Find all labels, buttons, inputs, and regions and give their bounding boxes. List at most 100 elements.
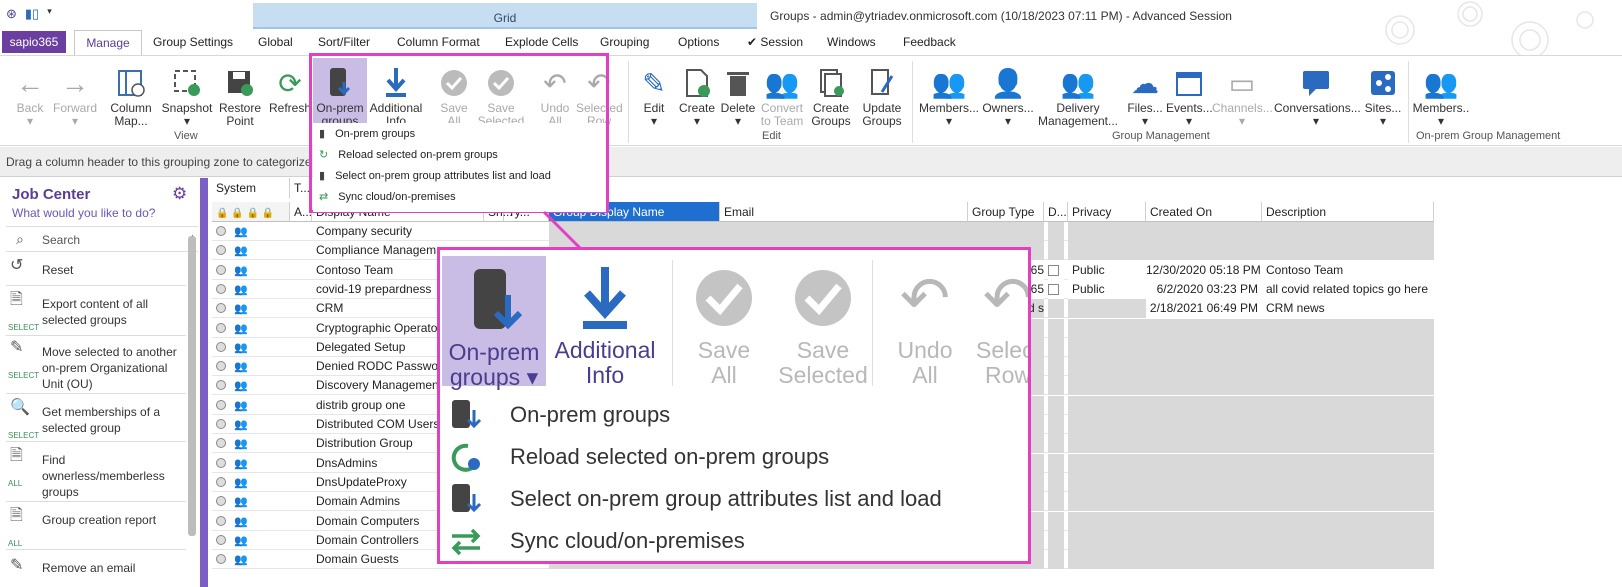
row-selector-icon[interactable]: [216, 419, 226, 429]
zoom-select-row-button[interactable]: ↶ SelectRow: [968, 258, 1028, 388]
job-item[interactable]: ✎ SELECT Move selected to another on-prem …: [6, 338, 186, 394]
job-reset[interactable]: ↺ Reset: [6, 256, 186, 286]
row-selector-icon[interactable]: [216, 380, 226, 391]
refresh-button[interactable]: ⟳ Refresh: [268, 64, 312, 115]
tab-feedback[interactable]: Feedback: [903, 35, 956, 49]
cell-display-name[interactable]: Company security: [316, 222, 482, 241]
delivery-management-button[interactable]: 👥 Delivery Management...: [1036, 64, 1120, 128]
column-header-email[interactable]: Email: [720, 202, 968, 222]
gear-icon[interactable]: ⚙: [172, 184, 187, 204]
sites-button[interactable]: Sites... ▾: [1360, 64, 1406, 128]
column-header-privacy[interactable]: Privacy: [1068, 202, 1146, 222]
zoom-menu-item-select-attributes[interactable]: Select on-prem group attributes list and…: [448, 482, 942, 516]
convert-to-team-button[interactable]: 👥 Convert to Team: [758, 64, 806, 128]
back-button[interactable]: ← Back ▾: [8, 64, 52, 128]
tab-global[interactable]: Global: [258, 35, 293, 49]
column-map-button[interactable]: Column Map...: [106, 64, 156, 128]
onprem-groups-button[interactable]: On-prem groups: [313, 58, 367, 128]
onprem-members-button[interactable]: 👥 Members.. ▾: [1412, 64, 1470, 128]
files-button[interactable]: ☁ Files... ▾: [1124, 64, 1166, 128]
restore-point-button[interactable]: Restore Point: [216, 64, 264, 128]
table-row[interactable]: 👥 Company security: [212, 222, 1434, 241]
tab-group-settings[interactable]: Group Settings: [153, 35, 233, 49]
forward-button[interactable]: → Forward ▾: [52, 64, 98, 128]
row-selector-icon[interactable]: [216, 496, 226, 507]
events-button[interactable]: Events... ▾: [1166, 64, 1213, 128]
menu-item-onprem-groups[interactable]: ▮ On-prem groups: [319, 127, 415, 141]
zoom-onprem-groups-button[interactable]: On-prem groups ▾: [442, 256, 546, 390]
save-selected-button[interactable]: Save Selected: [476, 64, 526, 128]
trash-icon: [718, 64, 758, 102]
column-header-d[interactable]: D...: [1044, 202, 1068, 222]
row-selector-icon[interactable]: [216, 399, 226, 410]
row-selector-icon[interactable]: [216, 245, 226, 256]
zoom-save-selected-button[interactable]: Save Selected: [768, 258, 878, 388]
grouping-zone[interactable]: Drag a column header to this grouping zo…: [0, 147, 1622, 177]
tab-grouping[interactable]: Grouping: [600, 35, 649, 49]
create-groups-button[interactable]: Create Groups: [808, 64, 854, 128]
chevron-down-icon[interactable]: ▾: [47, 6, 52, 22]
layout-icon[interactable]: ▮▯: [25, 6, 39, 22]
row-selector-icon[interactable]: [216, 283, 226, 294]
zoom-menu-item-sync[interactable]: Sync cloud/on-premises: [448, 524, 745, 558]
create-button[interactable]: Create ▾: [676, 64, 718, 128]
owners-button[interactable]: 👤 Owners... ▾: [980, 64, 1036, 128]
row-selector-icon[interactable]: [216, 457, 226, 468]
zoom-additional-info-button[interactable]: Additional Info: [548, 258, 662, 388]
column-header-group-type[interactable]: Group Type: [968, 202, 1044, 222]
zoom-menu-item-onprem-groups[interactable]: On-prem groups: [448, 398, 670, 432]
checkbox[interactable]: [1048, 283, 1059, 295]
job-item[interactable]: 🗎 ALL Find ownerless/memberless groups: [6, 446, 186, 502]
delete-button[interactable]: Delete ▾: [718, 64, 758, 128]
menu-item-sync[interactable]: ⇄ Sync cloud/on-premises: [319, 190, 456, 204]
job-label: Find ownerless/memberless groups: [42, 453, 165, 499]
zoom-callout: On-prem groups ▾ Additional Info Save All S…: [437, 247, 1031, 564]
job-item[interactable]: 🔍 SELECT Get memberships of a selected gro…: [6, 398, 186, 442]
row-selector-icon[interactable]: [216, 534, 226, 545]
additional-info-button[interactable]: Additional Info: [368, 64, 424, 128]
job-center-scrollbar[interactable]: [188, 236, 196, 536]
column-header-system[interactable]: System: [212, 178, 290, 198]
app-icon[interactable]: ⊛: [6, 6, 17, 22]
zoom-menu-item-reload[interactable]: Reload selected on-prem groups: [448, 440, 829, 474]
context-tab-grid[interactable]: Grid: [253, 3, 757, 29]
column-header-a[interactable]: A...: [290, 202, 312, 222]
conversations-button[interactable]: Conversations... ▾: [1274, 64, 1361, 128]
tab-options[interactable]: Options: [678, 35, 719, 49]
row-selector-icon[interactable]: [216, 341, 226, 352]
save-all-button[interactable]: Save All: [432, 64, 476, 128]
row-selector-icon[interactable]: [216, 515, 226, 526]
job-item[interactable]: 🗎 SELECT Export content of all selected gr…: [6, 290, 186, 336]
row-selector-icon[interactable]: [216, 226, 226, 236]
members-button[interactable]: 👥 Members... ▾: [918, 64, 980, 128]
tab-column-format[interactable]: Column Format: [397, 35, 480, 49]
tab-session[interactable]: ✔ Session: [747, 35, 803, 49]
row-selector-icon[interactable]: [216, 264, 226, 275]
job-search-input[interactable]: ⌕Search▲: [6, 226, 198, 252]
cell-privacy: [1068, 376, 1146, 396]
undo-all-button[interactable]: ↶ Undo All: [534, 64, 576, 128]
tab-sort-filter[interactable]: Sort/Filter: [318, 35, 370, 49]
channels-button[interactable]: ▭ Channels... ▾: [1212, 64, 1273, 128]
row-selector-icon[interactable]: [216, 361, 226, 372]
row-selector-icon[interactable]: [216, 554, 226, 565]
checkbox[interactable]: [1048, 264, 1059, 276]
row-selector-icon[interactable]: [216, 476, 226, 487]
menu-item-reload[interactable]: ↻ Reload selected on-prem groups: [319, 148, 498, 162]
tab-windows[interactable]: Windows: [827, 35, 876, 49]
row-selector-icon[interactable]: [216, 322, 226, 333]
menu-item-select-attributes[interactable]: ▮ Select on-prem group attributes list an…: [319, 169, 551, 183]
zoom-save-all-button[interactable]: Save All: [680, 258, 768, 388]
column-header-description[interactable]: Description: [1262, 202, 1434, 222]
tab-explode-cells[interactable]: Explode Cells: [505, 35, 578, 49]
edit-button[interactable]: ✎ Edit ▾: [634, 64, 674, 128]
job-item[interactable]: 🗎 ALL Group creation report: [6, 506, 186, 550]
row-selector-icon[interactable]: [216, 438, 226, 449]
undo-selected-row-button[interactable]: ↶ Selected Row: [576, 64, 623, 128]
zoom-undo-all-button[interactable]: ↶ Undo All: [884, 258, 966, 388]
row-selector-icon[interactable]: [216, 303, 226, 314]
update-groups-button[interactable]: Update Groups: [858, 64, 906, 128]
job-item[interactable]: ✎ Remove an email: [6, 556, 186, 586]
snapshot-button[interactable]: Snapshot ▾: [160, 64, 214, 128]
column-header-created-on[interactable]: Created On: [1146, 202, 1262, 222]
